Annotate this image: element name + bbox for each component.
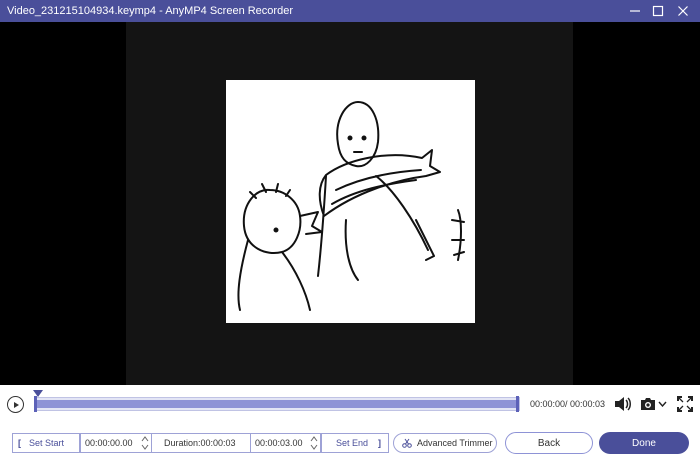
timeline-selection [37, 400, 517, 408]
video-preview[interactable] [0, 22, 700, 385]
maximize-icon [652, 5, 664, 17]
duration-display: Duration:00:00:03 [152, 433, 250, 453]
start-time-stepper-icon[interactable] [141, 435, 149, 451]
maximize-button[interactable] [645, 0, 671, 22]
end-time-field[interactable]: 00:00:03.00 [250, 433, 321, 453]
scissors-icon [402, 438, 412, 448]
close-icon [678, 6, 688, 16]
start-time-value: 00:00:00.00 [85, 438, 133, 448]
done-button[interactable]: Done [599, 432, 689, 454]
playhead-marker[interactable] [33, 390, 43, 398]
duration-value: Duration:00:00:03 [164, 438, 236, 448]
time-readout: 00:00:00/ 00:00:03 [530, 399, 606, 409]
window-title: Video_231215104934.keymp4 - AnyMP4 Scree… [7, 5, 293, 17]
camera-icon[interactable] [640, 397, 656, 411]
done-label: Done [632, 437, 656, 449]
play-button[interactable] [7, 396, 24, 413]
close-button[interactable] [670, 0, 696, 22]
timeline-row: 00:00:00/ 00:00:03 [0, 385, 700, 425]
set-start-label: Set Start [29, 438, 65, 448]
set-end-button[interactable]: Set End ] [321, 433, 389, 453]
advanced-trimmer-label: Advanced Trimmer [417, 438, 493, 448]
trim-end-handle[interactable] [516, 396, 519, 412]
back-button[interactable]: Back [505, 432, 593, 454]
set-end-label: Set End [336, 438, 369, 448]
advanced-trimmer-button[interactable]: Advanced Trimmer [393, 433, 497, 453]
fullscreen-icon[interactable] [677, 396, 693, 412]
volume-icon[interactable] [614, 396, 632, 412]
end-time-value: 00:00:03.00 [255, 438, 303, 448]
end-time-stepper-icon[interactable] [310, 435, 318, 451]
start-time-field[interactable]: 00:00:00.00 [80, 433, 152, 453]
chevron-down-icon[interactable] [658, 401, 667, 407]
trim-controls: [ Set Start 00:00:00.00 Duration:00:00:0… [0, 425, 700, 462]
timeline-track[interactable] [34, 397, 520, 411]
title-bar: Video_231215104934.keymp4 - AnyMP4 Scree… [0, 0, 700, 22]
video-content-sketch [226, 80, 475, 323]
minimize-icon [630, 10, 640, 12]
set-start-button[interactable]: [ Set Start [12, 433, 80, 453]
back-label: Back [537, 437, 561, 449]
trim-start-handle[interactable] [34, 396, 37, 412]
play-icon [13, 401, 19, 408]
